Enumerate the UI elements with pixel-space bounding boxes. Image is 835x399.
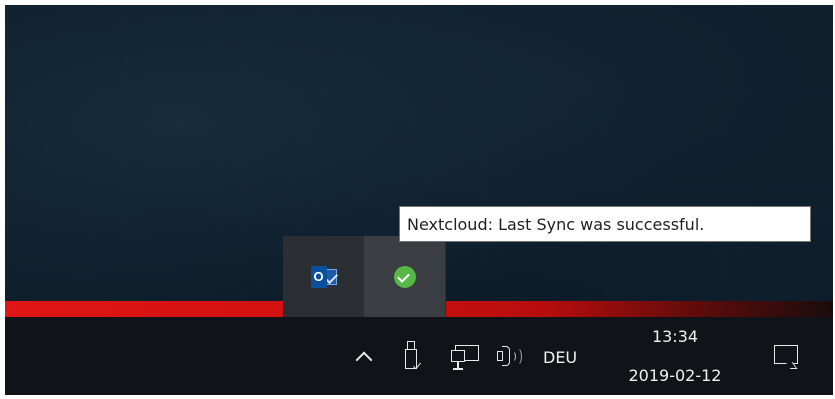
usb-icon[interactable]: [403, 339, 425, 373]
action-center-icon[interactable]: [771, 343, 801, 371]
chevron-up-icon[interactable]: [352, 345, 376, 369]
clock[interactable]: 13:34 2019-02-12: [605, 327, 745, 385]
clock-date: 2019-02-12: [628, 366, 722, 385]
network-icon[interactable]: [449, 343, 481, 371]
input-language-indicator[interactable]: DEU: [543, 345, 577, 369]
outlook-icon: O: [310, 265, 337, 288]
tray-overflow-popup: O: [283, 236, 446, 317]
tray-item-outlook[interactable]: O: [283, 236, 364, 317]
check-circle-icon: [393, 265, 416, 288]
nextcloud-tooltip: Nextcloud: Last Sync was successful.: [399, 206, 811, 242]
notification-area: DEU 13:34 2019-02-12: [5, 317, 833, 395]
volume-icon[interactable]: [495, 343, 529, 371]
desktop: O Nextcloud: Last Sync was successful. D…: [5, 5, 833, 395]
tray-item-nextcloud[interactable]: [364, 236, 445, 317]
outlook-glyph: O: [310, 265, 327, 288]
clock-time: 13:34: [651, 327, 699, 346]
